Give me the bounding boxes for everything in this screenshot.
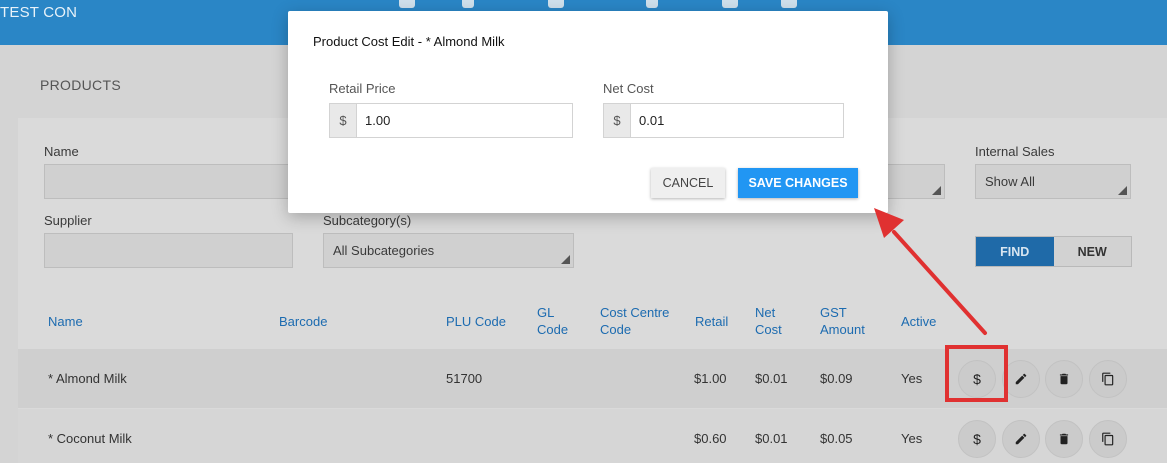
copy-product-button[interactable] [1089, 420, 1127, 458]
row-retail: $0.60 [694, 431, 727, 446]
retail-price-input[interactable]: 1.00 [357, 104, 572, 137]
copy-icon [1102, 372, 1114, 386]
row-retail: $1.00 [694, 371, 727, 386]
currency-prefix: $ [330, 104, 357, 137]
inbox-icon[interactable] [722, 0, 738, 8]
vehicle-icon[interactable] [781, 0, 797, 8]
subcategory-value: All Subcategories [333, 243, 435, 258]
internal-sales-value: Show All [985, 174, 1035, 189]
supplier-filter-label: Supplier [44, 213, 92, 228]
copy-icon [1102, 432, 1114, 446]
edit-cost-button[interactable]: $ [958, 420, 996, 458]
column-header-name[interactable]: Name [48, 313, 83, 330]
net-cost-input-group: $ 0.01 [603, 103, 844, 138]
retail-price-input-group: $ 1.00 [329, 103, 573, 138]
home-icon[interactable] [399, 0, 415, 8]
location-icon[interactable] [462, 0, 474, 8]
new-button[interactable]: NEW [1053, 237, 1131, 266]
column-header-retail[interactable]: Retail [695, 313, 728, 330]
column-header-cost-centre[interactable]: Cost Centre Code [600, 304, 680, 338]
column-header-barcode[interactable]: Barcode [279, 313, 327, 330]
copy-product-button[interactable] [1089, 360, 1127, 398]
row-active: Yes [901, 431, 923, 446]
edit-product-button[interactable] [1002, 420, 1040, 458]
column-header-gst[interactable]: GST Amount [820, 304, 880, 338]
row-plu: 51700 [446, 371, 483, 386]
annotation-highlight-box [945, 345, 1008, 402]
page-title: PRODUCTS [40, 77, 121, 93]
delete-product-button[interactable] [1045, 420, 1083, 458]
filter-select-partial[interactable] [880, 164, 945, 199]
find-new-toggle: FIND NEW [975, 236, 1132, 267]
dropdown-arrow-icon [932, 186, 941, 195]
row-net-cost: $0.01 [755, 431, 788, 446]
subcategory-select[interactable]: All Subcategories [323, 233, 574, 268]
save-changes-button[interactable]: SAVE CHANGES [738, 168, 858, 198]
net-cost-input[interactable]: 0.01 [631, 104, 843, 137]
dropdown-arrow-icon [561, 255, 570, 264]
trash-icon [1059, 373, 1069, 385]
row-name: * Coconut Milk [48, 431, 132, 446]
dialog-title: Product Cost Edit - * Almond Milk [313, 34, 505, 49]
delete-product-button[interactable] [1045, 360, 1083, 398]
column-header-plu[interactable]: PLU Code [446, 313, 506, 330]
pencil-icon [1015, 433, 1027, 445]
row-active: Yes [901, 371, 923, 386]
checklist-icon[interactable] [548, 0, 564, 8]
name-filter-label: Name [44, 144, 79, 159]
column-header-net-cost[interactable]: Net Cost [755, 304, 795, 338]
currency-prefix: $ [604, 104, 631, 137]
name-filter-input[interactable] [44, 164, 294, 199]
dropdown-arrow-icon [1118, 186, 1127, 195]
column-header-gl-code[interactable]: GL Code [537, 304, 577, 338]
row-net-cost: $0.01 [755, 371, 788, 386]
document-icon[interactable] [646, 0, 658, 8]
pencil-icon [1015, 373, 1027, 385]
internal-sales-select[interactable]: Show All [975, 164, 1131, 199]
internal-sales-label: Internal Sales [975, 144, 1055, 159]
row-name: * Almond Milk [48, 371, 127, 386]
retail-price-label: Retail Price [329, 81, 396, 96]
cancel-button[interactable]: CANCEL [651, 168, 725, 198]
brand-name: TEST CON [0, 4, 78, 21]
net-cost-label: Net Cost [603, 81, 654, 96]
trash-icon [1059, 433, 1069, 445]
supplier-filter-input[interactable] [44, 233, 293, 268]
subcategory-filter-label: Subcategory(s) [323, 213, 412, 228]
dollar-icon: $ [973, 431, 981, 447]
row-gst: $0.09 [820, 371, 853, 386]
product-cost-edit-dialog: Product Cost Edit - * Almond Milk Retail… [288, 11, 888, 213]
column-header-active[interactable]: Active [901, 313, 936, 330]
find-button[interactable]: FIND [976, 237, 1054, 266]
row-gst: $0.05 [820, 431, 853, 446]
